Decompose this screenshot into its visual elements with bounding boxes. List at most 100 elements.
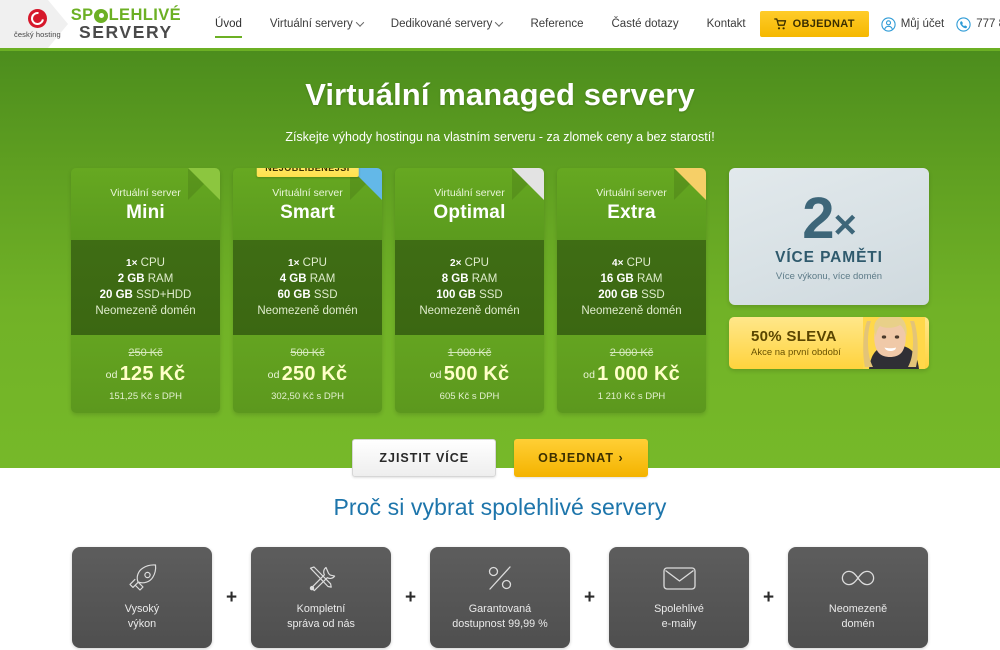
spec-ram-value: 4 GB <box>279 272 307 285</box>
card-price-block: 500 Kč od 250 Kč 302,50 Kč s DPH <box>233 335 382 414</box>
promo-memory-title: VÍCE PAMĚTI <box>775 249 883 267</box>
spec-disk-value: 200 GB <box>598 288 638 301</box>
nav-item-virtualni-servery[interactable]: Virtuální servery <box>256 0 377 48</box>
nav-active-underline <box>215 36 242 38</box>
feature-vysoky-vykon[interactable]: Vysoký výkon <box>72 547 212 648</box>
nav-item-label: Virtuální servery <box>269 18 353 30</box>
chevron-down-icon <box>355 18 365 27</box>
card-specs: 1× CPU 2 GB RAM 20 GB SSD+HDD Neomezeně … <box>71 240 220 336</box>
promo-discount-banner[interactable]: 50% SLEVA Akce na první období <box>729 317 929 369</box>
price-current: od 1 000 Kč <box>565 363 698 386</box>
price-original: 250 Kč <box>128 347 163 360</box>
spec-cpu: 1× CPU <box>241 256 374 272</box>
phone-circle-icon <box>956 16 971 32</box>
phone-link[interactable]: 777 811 029 <box>956 16 1000 32</box>
site-header: český hosting SP LEHLIVÉ SERVERY Úvod Vi… <box>0 0 1000 51</box>
price-current: od 500 Kč <box>403 363 536 386</box>
pricing-cards-row: Virtuální server Mini 1× CPU 2 GB RAM 20… <box>0 168 1000 414</box>
cesky-hosting-mark-icon <box>27 9 47 28</box>
promo-double-memory[interactable]: 2× VÍCE PAMĚTI Více výkonu, více domén <box>729 168 929 305</box>
spec-cpu: 2× CPU <box>403 256 536 272</box>
spec-cpu: 1× CPU <box>79 256 212 272</box>
card-specs: 1× CPU 4 GB RAM 60 GB SSD Neomezeně domé… <box>233 240 382 336</box>
percent-icon <box>484 561 516 595</box>
price-current: od 250 Kč <box>241 363 374 386</box>
features-row: Vysoký výkon + Kompletní správa od nás + <box>0 547 1000 648</box>
spec-disk-label: SSD+HDD <box>136 288 192 301</box>
feature-label-line2: výkon <box>127 618 157 631</box>
hero-cta-row: ZJISTIT VÍCE OBJEDNAT › <box>0 439 1000 478</box>
infinity-icon <box>837 561 879 595</box>
feature-label-line1: Neomezeně <box>828 603 888 615</box>
feature-label: Kompletní správa od nás <box>287 602 355 633</box>
rocket-icon <box>125 561 159 595</box>
hero-section: Virtuální managed servery Získejte výhod… <box>0 51 1000 478</box>
spec-ram-label: RAM <box>636 272 663 285</box>
spec-ram-label: RAM <box>309 272 336 285</box>
nav-item-dedikovane-servery[interactable]: Dedikované servery <box>377 0 517 48</box>
feature-label-line2: správa od nás <box>287 618 355 631</box>
spec-ram-value: 8 GB <box>441 272 469 285</box>
feature-label-line1: Garantovaná <box>468 603 532 615</box>
my-account-link[interactable]: Můj účet <box>881 16 944 32</box>
nav-item-reference[interactable]: Reference <box>516 0 597 48</box>
pricing-card-smart[interactable]: NEJOBLÍBENĚJŠÍ Virtuální server Smart 1×… <box>233 168 382 414</box>
smiling-woman-photo <box>863 317 925 369</box>
card-header: Virtuální server Smart <box>233 168 382 240</box>
page-title: Virtuální managed servery <box>305 77 695 112</box>
brand-text-sp: SP <box>70 5 94 24</box>
pricing-card-mini[interactable]: Virtuální server Mini 1× CPU 2 GB RAM 20… <box>71 168 220 414</box>
hero-subtitle: Získejte výhody hostingu na vlastním ser… <box>285 130 715 144</box>
spec-disk-value: 100 GB <box>436 288 476 301</box>
card-plan-name: Optimal <box>433 202 506 223</box>
price-original: 1 000 Kč <box>447 347 492 360</box>
feature-label-line1: Kompletní <box>296 603 346 615</box>
pricing-card-extra[interactable]: Virtuální server Extra 4× CPU 16 GB RAM … <box>557 168 706 414</box>
spolehlive-servery-logo[interactable]: SP LEHLIVÉ SERVERY <box>71 6 181 43</box>
card-specs: 4× CPU 16 GB RAM 200 GB SSD Neomezeně do… <box>557 240 706 336</box>
learn-more-button[interactable]: ZJISTIT VÍCE <box>352 439 497 478</box>
card-header: Virtuální server Optimal <box>395 168 544 240</box>
feature-label: Garantovaná dostupnost 99,99 % <box>452 602 547 633</box>
corner-fold-icon <box>188 168 220 200</box>
price-prefix: od <box>105 369 118 382</box>
nav-item-uvod[interactable]: Úvod <box>201 0 256 48</box>
spec-disk-label: SSD <box>479 288 503 301</box>
price-with-vat: 1 210 Kč s DPH <box>597 391 666 403</box>
spec-cpu-label: CPU <box>302 257 327 269</box>
spec-cpu-label: CPU <box>140 257 165 269</box>
plus-separator: + <box>225 586 238 608</box>
feature-neomezene-domen[interactable]: Neomezeně domén <box>788 547 928 648</box>
nav-item-caste-dotazy[interactable]: Časté dotazy <box>598 0 693 48</box>
price-prefix: od <box>429 369 442 382</box>
feature-label: Spolehlivé e-maily <box>654 602 704 633</box>
spec-domains: Neomezeně domén <box>419 304 520 317</box>
card-price-block: 2 000 Kč od 1 000 Kč 1 210 Kč s DPH <box>557 335 706 414</box>
nav-item-label: Úvod <box>215 18 242 30</box>
plus-separator: + <box>583 586 596 608</box>
spec-domains: Neomezeně domén <box>257 304 358 317</box>
nav-item-kontakt[interactable]: Kontakt <box>693 0 760 48</box>
pricing-card-optimal[interactable]: Virtuální server Optimal 2× CPU 8 GB RAM… <box>395 168 544 414</box>
price-value: 125 Kč <box>119 363 186 386</box>
price-value: 500 Kč <box>443 363 510 386</box>
corner-fold-icon <box>674 168 706 200</box>
card-plan-name: Extra <box>607 202 656 223</box>
envelope-icon <box>661 561 698 595</box>
spec-ram-label: RAM <box>471 272 498 285</box>
cesky-hosting-logo[interactable]: český hosting <box>0 9 61 39</box>
header-order-button[interactable]: OBJEDNAT <box>759 11 869 37</box>
phone-number-label: 777 811 029 <box>976 18 1000 30</box>
order-button[interactable]: OBJEDNAT › <box>514 439 648 478</box>
spec-ram-value: 16 GB <box>600 272 634 285</box>
spec-cpu-label: CPU <box>626 257 651 269</box>
feature-spolehlive-emaily[interactable]: Spolehlivé e-maily <box>609 547 749 648</box>
feature-label-line1: Spolehlivé <box>654 603 704 615</box>
promo-column: 2× VÍCE PAMĚTI Více výkonu, více domén 5… <box>729 168 929 369</box>
nav-item-label: Reference <box>530 18 584 30</box>
spec-cpu-value: 2× <box>450 258 462 269</box>
feature-label-line2: domén <box>841 618 875 631</box>
feature-kompletni-sprava[interactable]: Kompletní správa od nás <box>251 547 391 648</box>
feature-garantovana-dostupnost[interactable]: Garantovaná dostupnost 99,99 % <box>430 547 570 648</box>
spec-disk-label: SSD <box>641 288 665 301</box>
